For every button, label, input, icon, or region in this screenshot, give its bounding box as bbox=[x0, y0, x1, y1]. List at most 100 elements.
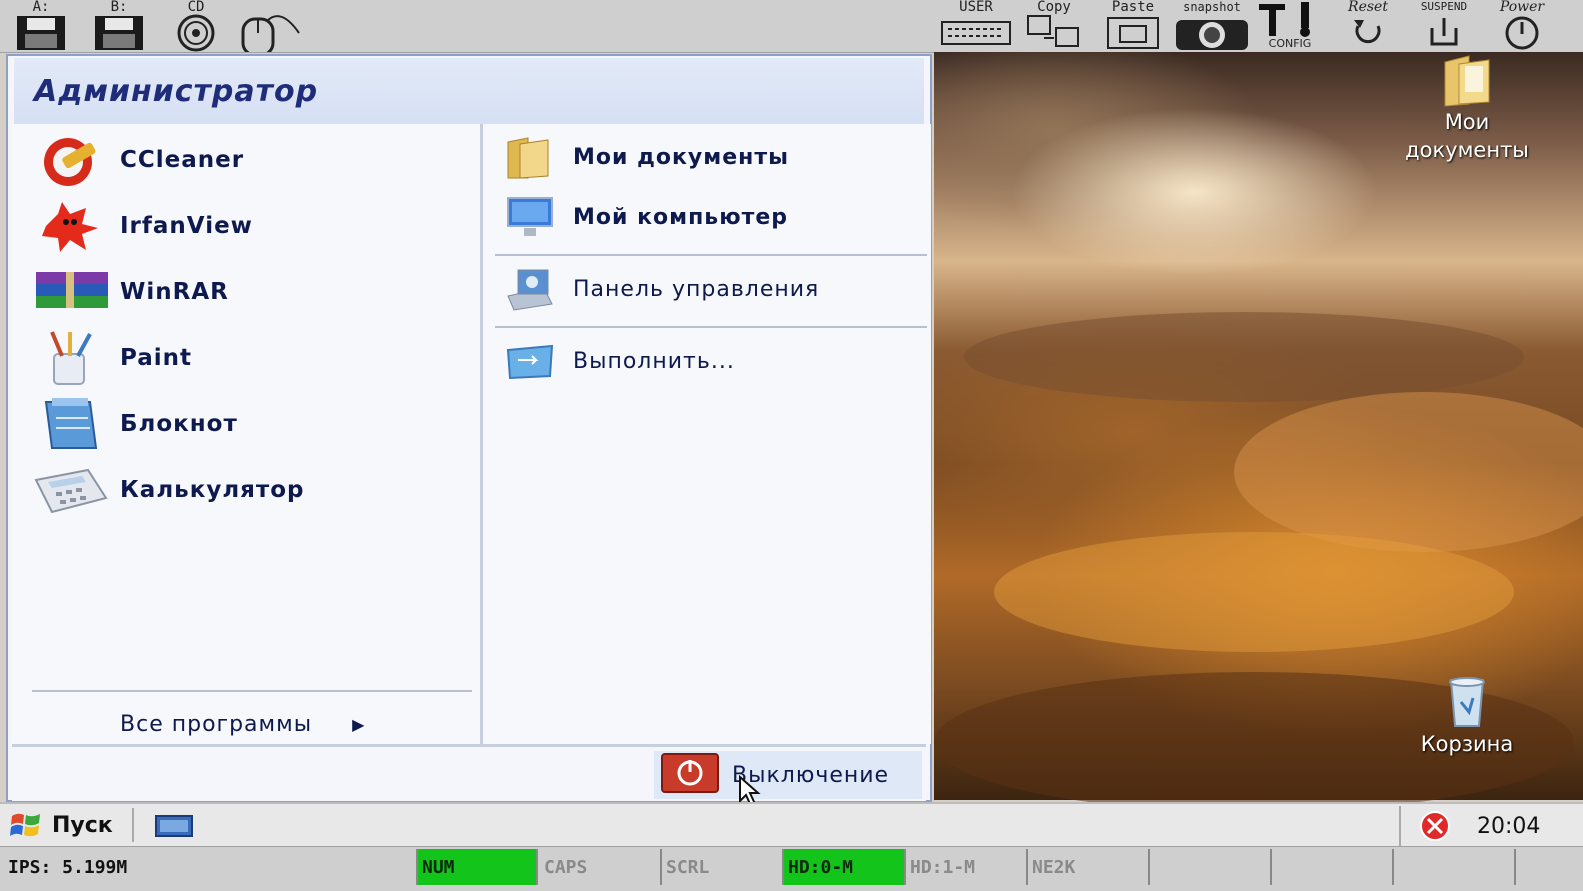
winrar-icon bbox=[32, 264, 108, 320]
mouse-button[interactable] bbox=[236, 0, 308, 52]
clock[interactable]: 20:04 bbox=[1477, 814, 1540, 839]
recycle-bin-icon bbox=[1449, 677, 1485, 727]
reset-caption: Reset bbox=[1348, 0, 1388, 15]
irfanview-icon bbox=[32, 198, 108, 254]
calculator-icon bbox=[32, 462, 108, 518]
start-label: Пуск bbox=[52, 812, 113, 838]
show-desktop-button[interactable] bbox=[154, 814, 194, 842]
program-paint[interactable]: Paint bbox=[32, 330, 462, 386]
program-label: Блокнот bbox=[120, 411, 238, 437]
rock-layer bbox=[994, 532, 1514, 652]
place-label: Выполнить... bbox=[573, 348, 735, 374]
start-menu: Администратор CCleaner IrfanView WinRAR … bbox=[6, 54, 932, 808]
cdrom-caption: CD bbox=[187, 0, 205, 15]
emulator-toolbar: A: B: CD USER Copy Paste snapshot CONFIG… bbox=[0, 0, 1583, 53]
place-label: Панель управления bbox=[573, 276, 820, 302]
my-computer-icon bbox=[501, 192, 559, 242]
program-winrar[interactable]: WinRAR bbox=[32, 264, 462, 320]
mouse-icon bbox=[241, 14, 300, 52]
reset-button[interactable]: Reset bbox=[1330, 0, 1406, 52]
notepad-icon bbox=[32, 396, 108, 452]
copy-button[interactable]: Copy bbox=[1022, 0, 1086, 52]
indicator-ne2k: NE2K bbox=[1028, 849, 1150, 885]
windows-logo-icon bbox=[10, 813, 40, 837]
chevron-right-icon: ▶ bbox=[352, 715, 366, 734]
indicator-hd1: HD:1-M bbox=[906, 849, 1028, 885]
config-caption: CONFIG bbox=[1268, 37, 1312, 50]
cdrom-icon bbox=[177, 14, 215, 52]
user-button[interactable]: USER bbox=[938, 0, 1014, 52]
program-label: CCleaner bbox=[120, 147, 245, 173]
rock-layer bbox=[1234, 392, 1583, 552]
start-menu-footer: Выключение bbox=[12, 744, 926, 808]
suspend-button[interactable]: SUSPEND bbox=[1404, 0, 1484, 52]
place-run[interactable]: Выполнить... bbox=[501, 336, 921, 386]
cdrom-button[interactable]: CD bbox=[164, 0, 228, 52]
place-my-computer[interactable]: Мой компьютер bbox=[501, 192, 921, 242]
shutdown-button[interactable]: Выключение bbox=[654, 751, 922, 808]
floppy-b-button[interactable]: B: bbox=[88, 0, 150, 52]
program-label: IrfanView bbox=[120, 213, 253, 239]
indicator-empty bbox=[1272, 849, 1394, 885]
place-my-documents[interactable]: Мои документы bbox=[501, 132, 921, 182]
divider bbox=[32, 690, 472, 692]
control-panel-icon bbox=[501, 264, 559, 314]
paste-caption: Paste bbox=[1111, 0, 1155, 15]
indicator-num: NUM bbox=[418, 849, 538, 885]
divider bbox=[495, 326, 927, 328]
floppy-a-icon bbox=[17, 16, 65, 50]
divider bbox=[495, 254, 927, 256]
suspend-caption: SUSPEND bbox=[1420, 0, 1468, 13]
system-tray: 20:04 bbox=[1399, 806, 1569, 846]
start-menu-header: Администратор bbox=[14, 58, 924, 124]
indicator-scrl: SCRL bbox=[662, 849, 784, 885]
desktop-wallpaper: Мои документы Корзина bbox=[934, 52, 1583, 812]
program-label: Калькулятор bbox=[120, 477, 305, 503]
indicator-hd0: HD:0-M bbox=[784, 849, 906, 885]
rock-layer bbox=[964, 312, 1524, 402]
indicator-caps: CAPS bbox=[540, 849, 662, 885]
program-notepad[interactable]: Блокнот bbox=[32, 396, 462, 452]
ips-readout: IPS: 5.199M bbox=[4, 849, 418, 885]
taskbar: Пуск 20:04 bbox=[0, 802, 1583, 848]
floppy-b-caption: B: bbox=[110, 0, 128, 15]
folder-icon bbox=[1444, 55, 1490, 107]
all-programs-button[interactable]: Все программы ▶ bbox=[120, 712, 365, 737]
desktop-icon-recycle-bin[interactable]: Корзина bbox=[1392, 676, 1542, 758]
place-label: Мои документы bbox=[573, 144, 789, 170]
program-label: WinRAR bbox=[120, 279, 229, 305]
indicator-empty bbox=[1150, 849, 1272, 885]
program-ccleaner[interactable]: CCleaner bbox=[32, 132, 462, 188]
config-button[interactable]: CONFIG bbox=[1254, 0, 1326, 52]
paint-icon bbox=[32, 330, 108, 386]
copy-caption: Copy bbox=[1037, 0, 1071, 15]
run-icon bbox=[501, 336, 559, 386]
camera-icon bbox=[1176, 20, 1248, 50]
floppy-a-button[interactable]: A: bbox=[10, 0, 72, 52]
program-label: Paint bbox=[120, 345, 193, 371]
start-button[interactable]: Пуск bbox=[8, 808, 134, 842]
config-icon bbox=[1259, 2, 1310, 37]
keyboard-icon bbox=[941, 21, 1011, 45]
pinned-programs-panel: CCleaner IrfanView WinRAR Paint Блокнот … bbox=[12, 124, 480, 744]
desktop-icon-my-documents[interactable]: Мои документы bbox=[1392, 52, 1542, 164]
all-programs-label: Все программы bbox=[120, 712, 313, 737]
paste-button[interactable]: Paste bbox=[1100, 0, 1166, 52]
power-caption: Power bbox=[1499, 0, 1545, 15]
indicator-empty bbox=[1394, 849, 1516, 885]
power-button[interactable]: Power bbox=[1484, 0, 1560, 52]
program-calculator[interactable]: Калькулятор bbox=[32, 462, 462, 518]
suspend-icon bbox=[1430, 18, 1458, 46]
show-desktop-icon bbox=[155, 815, 193, 837]
emulator-statusbar: IPS: 5.199M NUM CAPS SCRL HD:0-M HD:1-M … bbox=[0, 846, 1583, 891]
floppy-a-caption: A: bbox=[32, 0, 50, 15]
error-notification-icon[interactable] bbox=[1415, 809, 1459, 843]
place-label: Мой компьютер bbox=[573, 204, 789, 230]
place-control-panel[interactable]: Панель управления bbox=[501, 264, 921, 314]
snapshot-button[interactable]: snapshot bbox=[1170, 0, 1254, 52]
places-panel: Мои документы Мой компьютер Панель управ… bbox=[480, 124, 931, 744]
desktop-icon-label: документы bbox=[1405, 138, 1529, 162]
my-documents-icon bbox=[501, 132, 559, 182]
program-irfanview[interactable]: IrfanView bbox=[32, 198, 462, 254]
user-caption: USER bbox=[959, 0, 993, 15]
